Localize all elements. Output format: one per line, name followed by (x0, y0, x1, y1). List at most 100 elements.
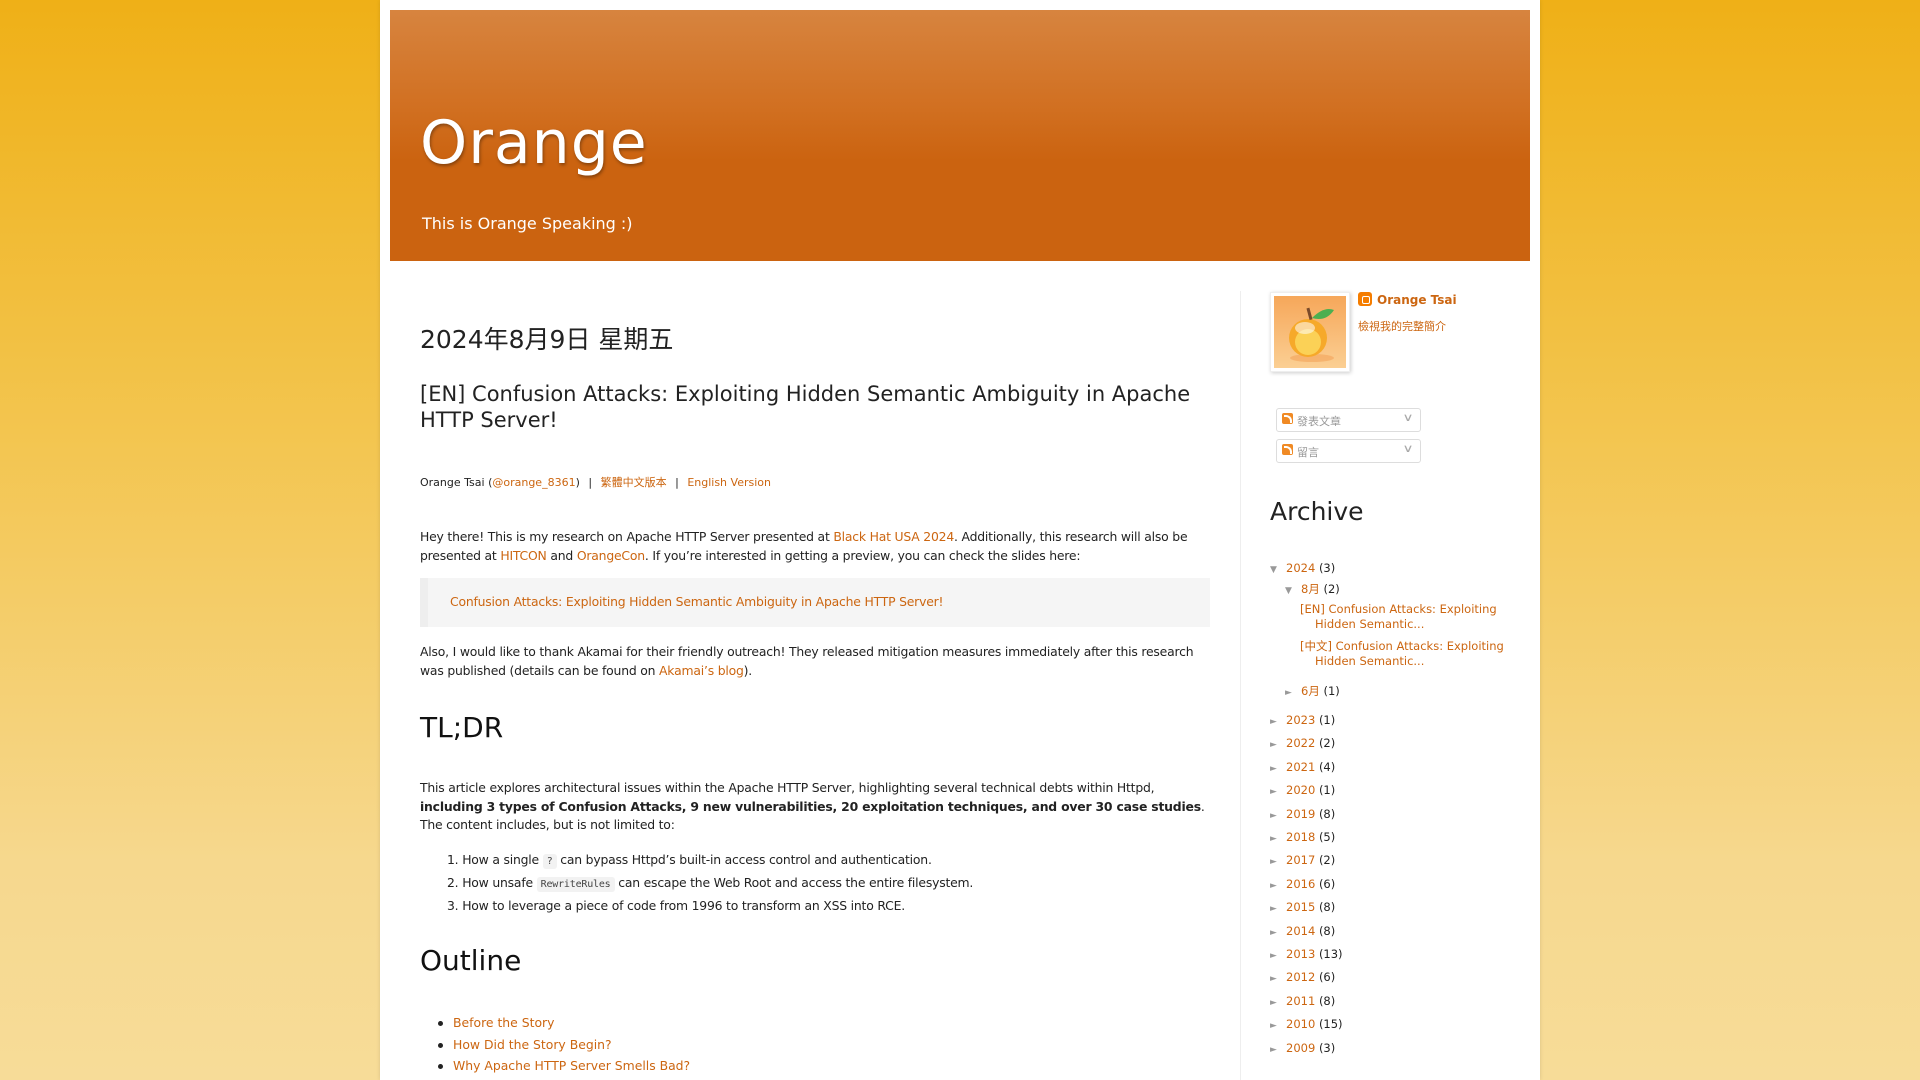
list-item: 1. How a single ? can bypass Httpd’s bui… (447, 848, 973, 871)
blog-page: Orange This is Orange Speaking :) 2024年8… (380, 0, 1540, 1080)
byline-separator: | (588, 476, 593, 489)
date-header: 2024年8月9日 星期五 (420, 325, 674, 354)
collapsed-toggle-icon[interactable]: ► (1270, 998, 1286, 1008)
profile-avatar[interactable] (1270, 292, 1350, 372)
collapsed-toggle-icon[interactable]: ► (1270, 974, 1286, 984)
post-title[interactable]: [EN] Confusion Attacks: Exploiting Hidde… (420, 381, 1210, 433)
english-version-link[interactable]: English Version (687, 476, 771, 489)
archive-year-link[interactable]: 2009 (1286, 1041, 1315, 1055)
archive-year-item: ► 2021 (4) (1270, 760, 1335, 774)
archive-count: (2) (1318, 853, 1336, 868)
column-divider (1240, 291, 1241, 1080)
slides-blockquote: Confusion Attacks: Exploiting Hidden Sem… (420, 578, 1210, 627)
archive-year-link[interactable]: 2011 (1286, 994, 1315, 1008)
archive-year-link[interactable]: 2021 (1286, 760, 1315, 774)
archive-year-link[interactable]: 2014 (1286, 924, 1315, 938)
archive-year-link[interactable]: 2023 (1286, 713, 1315, 727)
outline-list: Before the Story How Did the Story Begin… (420, 1012, 690, 1077)
archive-year-link[interactable]: 2019 (1286, 807, 1315, 821)
archive-post-link[interactable]: [中文] Confusion Attacks: Exploiting Hidde… (1300, 639, 1515, 669)
archive-month-aug: ▼ 8月 (2) (1285, 581, 1340, 597)
collapsed-toggle-icon[interactable]: ► (1270, 881, 1286, 891)
archive-year-link[interactable]: 2015 (1286, 900, 1315, 914)
archive-month-link[interactable]: 6月 (1301, 684, 1320, 698)
archive-year-item: ► 2017 (2) (1270, 853, 1335, 867)
archive-count: (3) (1318, 1040, 1336, 1055)
archive-year-item: ► 2022 (2) (1270, 736, 1335, 750)
comments-feed-dropdown[interactable]: 留言 ∨ (1276, 439, 1421, 463)
profile-name[interactable]: Orange Tsai (1358, 292, 1457, 307)
archive-year-link[interactable]: 2024 (1286, 561, 1315, 575)
archive-count: (1) (1323, 684, 1340, 698)
outline-link[interactable]: How Did the Story Begin? (453, 1037, 612, 1052)
blackhat-link[interactable]: Black Hat USA 2024 (833, 529, 954, 544)
slides-link[interactable]: Confusion Attacks: Exploiting Hidden Sem… (450, 594, 943, 609)
hitcon-link[interactable]: HITCON (500, 548, 546, 563)
archive-month-jun: ► 6月 (1) (1285, 683, 1340, 699)
blog-title[interactable]: Orange (420, 108, 648, 178)
collapsed-toggle-icon[interactable]: ► (1270, 1021, 1286, 1031)
collapsed-toggle-icon[interactable]: ► (1270, 834, 1286, 844)
collapsed-toggle-icon[interactable]: ► (1270, 764, 1286, 774)
twitter-handle-link[interactable]: @orange_8361 (492, 476, 575, 489)
archive-year-link[interactable]: 2016 (1286, 877, 1315, 891)
archive-count: (8) (1318, 806, 1336, 821)
collapsed-toggle-icon[interactable]: ► (1270, 951, 1286, 961)
outline-link[interactable]: Why Apache HTTP Server Smells Bad? (453, 1058, 690, 1073)
archive-year-link[interactable]: 2012 (1286, 970, 1315, 984)
orangecon-link[interactable]: OrangeCon (577, 548, 645, 563)
collapsed-toggle-icon[interactable]: ► (1270, 1045, 1286, 1055)
outline-item: Why Apache HTTP Server Smells Bad? (420, 1055, 690, 1077)
archive-year-item: ► 2016 (6) (1270, 877, 1335, 891)
profile-name-link[interactable]: Orange Tsai (1377, 293, 1457, 307)
list-number: 2. (447, 875, 459, 890)
archive-year-link[interactable]: 2010 (1286, 1017, 1315, 1031)
blog-header: Orange This is Orange Speaking :) (390, 10, 1530, 261)
collapsed-toggle-icon[interactable]: ► (1270, 928, 1286, 938)
archive-count: (15) (1318, 1017, 1343, 1032)
text: Hey there! This is my research on Apache… (420, 529, 834, 544)
posts-feed-dropdown[interactable]: 發表文章 ∨ (1276, 408, 1421, 432)
collapsed-toggle-icon[interactable]: ► (1270, 857, 1286, 867)
collapsed-toggle-icon[interactable]: ► (1270, 904, 1286, 914)
archive-year-link[interactable]: 2013 (1286, 947, 1315, 961)
text: Also, I would like to thank Akamai for t… (420, 644, 1194, 678)
tldr-heading: TL;DR (420, 711, 504, 744)
archive-month-link[interactable]: 8月 (1301, 582, 1320, 596)
archive-year-link[interactable]: 2020 (1286, 783, 1315, 797)
intro-paragraph: Hey there! This is my research on Apache… (420, 528, 1210, 565)
akamai-blog-link[interactable]: Akamai’s blog (659, 663, 744, 678)
archive-count: (13) (1318, 947, 1343, 961)
inline-code: RewriteRules (536, 877, 615, 892)
outline-link[interactable]: Before the Story (453, 1015, 554, 1030)
blogger-icon (1358, 292, 1372, 306)
archive-post-link[interactable]: [EN] Confusion Attacks: Exploiting Hidde… (1300, 602, 1515, 632)
tldr-paragraph: This article explores architectural issu… (420, 779, 1210, 835)
collapsed-toggle-icon[interactable]: ► (1270, 740, 1286, 750)
chinese-version-link[interactable]: 繁體中文版本 (601, 476, 667, 489)
collapsed-toggle-icon[interactable]: ► (1270, 811, 1286, 821)
collapsed-toggle-icon[interactable]: ► (1270, 717, 1286, 727)
text: can escape the Web Root and access the e… (614, 875, 974, 890)
tldr-list: 1. How a single ? can bypass Httpd’s bui… (420, 848, 973, 917)
list-number: 3. (447, 898, 459, 913)
archive-count: (2) (1323, 582, 1340, 596)
archive-count: (4) (1318, 759, 1336, 774)
view-full-profile-link[interactable]: 檢視我的完整簡介 (1358, 318, 1446, 334)
collapsed-toggle-icon[interactable]: ► (1285, 688, 1301, 698)
text: can bypass Httpd’s built-in access contr… (556, 852, 932, 867)
collapsed-toggle-icon[interactable]: ► (1270, 787, 1286, 797)
archive-year-item: ► 2018 (5) (1270, 830, 1335, 844)
archive-count: (8) (1318, 900, 1336, 915)
archive-year-link[interactable]: 2022 (1286, 736, 1315, 750)
expanded-toggle-icon[interactable]: ▼ (1285, 586, 1301, 596)
expanded-toggle-icon[interactable]: ▼ (1270, 565, 1286, 575)
rss-icon (1282, 413, 1293, 424)
feed-label: 發表文章 (1297, 415, 1341, 428)
byline-separator: | (675, 476, 679, 489)
archive-year-link[interactable]: 2017 (1286, 853, 1315, 867)
inline-code: ? (542, 854, 557, 869)
feed-label: 留言 (1297, 446, 1319, 459)
text: How unsafe (462, 875, 537, 890)
archive-year-link[interactable]: 2018 (1286, 830, 1315, 844)
